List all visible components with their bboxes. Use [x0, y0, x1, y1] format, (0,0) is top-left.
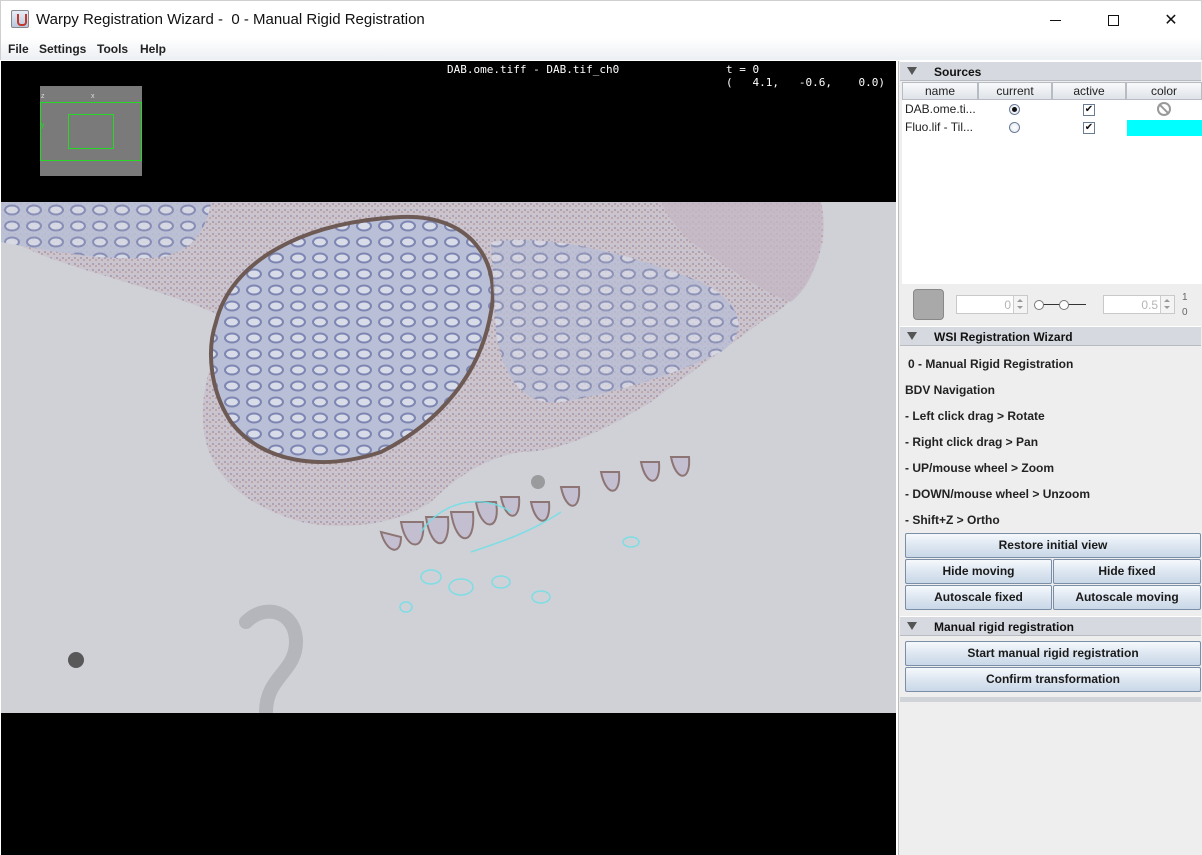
col-active[interactable]: active: [1052, 82, 1126, 100]
spinner-arrows-icon[interactable]: [1160, 296, 1174, 313]
menu-file[interactable]: File: [8, 42, 29, 56]
slider-min-handle[interactable]: [1034, 300, 1044, 310]
manual-header-label: Manual rigid registration: [934, 620, 1075, 634]
min-range-value: 0: [1004, 298, 1011, 312]
wizard-header-label: WSI Registration Wizard: [934, 330, 1073, 344]
col-current[interactable]: current: [978, 82, 1052, 100]
hide-fixed-button[interactable]: Hide fixed: [1053, 559, 1201, 584]
hide-moving-button[interactable]: Hide moving: [905, 559, 1052, 584]
col-color[interactable]: color: [1126, 82, 1202, 100]
current-radio[interactable]: [1009, 104, 1020, 115]
tissue-image: [1, 202, 896, 713]
spinner-arrows-icon[interactable]: [1013, 296, 1027, 313]
title-bar: Warpy Registration Wizard - 0 - Manual R…: [0, 0, 1202, 38]
timepoint-overlay: t = 0: [726, 63, 760, 76]
col-name[interactable]: name: [902, 82, 978, 100]
coordinates-overlay: ( 4.1, -0.6, 0.0): [726, 76, 885, 89]
sources-table[interactable]: name current active color DAB.ome.ti... …: [902, 82, 1202, 284]
minimize-icon: [1049, 19, 1061, 21]
autoscale-fixed-button[interactable]: Autoscale fixed: [905, 585, 1052, 610]
minimize-button[interactable]: [1026, 1, 1084, 39]
source-name[interactable]: DAB.ome.ti...: [905, 100, 977, 118]
nav-line: - DOWN/mouse wheel > Unzoom: [905, 487, 1091, 501]
autoscale-moving-button[interactable]: Autoscale moving: [1053, 585, 1201, 610]
nav-line: - Right click drag > Pan: [905, 435, 1039, 449]
range-min-label: 0: [1182, 307, 1188, 318]
source-color-button[interactable]: [913, 289, 944, 320]
manual-section-header[interactable]: Manual rigid registration: [900, 616, 1201, 636]
collapse-triangle-icon: [907, 622, 917, 630]
close-button[interactable]: ✕: [1142, 1, 1200, 39]
bdv-viewer[interactable]: DAB.ome.tiff - DAB.tif_ch0 t = 0 ( 4.1, …: [1, 61, 896, 855]
side-panel: Sources name current active color DAB.om…: [898, 61, 1202, 855]
max-range-spinner[interactable]: 0.5: [1103, 295, 1175, 314]
overview-axis-z: z: [41, 93, 45, 100]
restore-view-button[interactable]: Restore initial view: [905, 533, 1201, 558]
display-range-controls: 0 0.5 1 0: [899, 287, 1202, 325]
panel-divider: [900, 697, 1201, 702]
close-icon: ✕: [1164, 12, 1178, 29]
source-title-overlay: DAB.ome.tiff - DAB.tif_ch0: [447, 63, 620, 76]
source-name[interactable]: Fluo.lif - Til...: [905, 118, 977, 136]
active-checkbox[interactable]: ✔: [1083, 122, 1095, 134]
wizard-step-title: 0 - Manual Rigid Registration: [908, 357, 1074, 371]
color-swatch-cyan[interactable]: [1127, 120, 1202, 136]
menu-bar: File Settings Tools Help: [0, 38, 1202, 60]
java-app-icon: [11, 10, 29, 28]
collapse-triangle-icon: [907, 332, 917, 340]
sources-header-label: Sources: [934, 65, 982, 79]
menu-settings[interactable]: Settings: [39, 42, 86, 56]
nav-line: - Left click drag > Rotate: [905, 409, 1045, 423]
maximize-button[interactable]: [1084, 1, 1142, 39]
confirm-transformation-button[interactable]: Confirm transformation: [905, 667, 1201, 692]
wizard-section-header[interactable]: WSI Registration Wizard: [900, 326, 1201, 346]
no-color-icon[interactable]: [1157, 102, 1171, 116]
nav-line: - Shift+Z > Ortho: [905, 513, 1000, 527]
window-title: Warpy Registration Wizard - 0 - Manual R…: [36, 11, 425, 28]
slider-max-handle[interactable]: [1059, 300, 1069, 310]
navigation-overview: z x y: [40, 86, 142, 176]
sources-section-header[interactable]: Sources: [900, 61, 1201, 81]
nav-line: - UP/mouse wheel > Zoom: [905, 461, 1055, 475]
overview-axis-x: x: [91, 93, 95, 100]
min-range-spinner[interactable]: 0: [956, 295, 1028, 314]
current-radio[interactable]: [1009, 122, 1020, 133]
overview-view-box: [68, 114, 114, 149]
max-range-value: 0.5: [1141, 298, 1158, 312]
maximize-icon: [1107, 14, 1119, 26]
start-manual-registration-button[interactable]: Start manual rigid registration: [905, 641, 1201, 666]
menu-tools[interactable]: Tools: [97, 42, 128, 56]
nav-title: BDV Navigation: [905, 383, 996, 397]
menu-help[interactable]: Help: [140, 42, 166, 56]
collapse-triangle-icon: [907, 67, 917, 75]
range-max-label: 1: [1182, 292, 1188, 303]
active-checkbox[interactable]: ✔: [1083, 104, 1095, 116]
range-slider[interactable]: [1034, 300, 1089, 310]
